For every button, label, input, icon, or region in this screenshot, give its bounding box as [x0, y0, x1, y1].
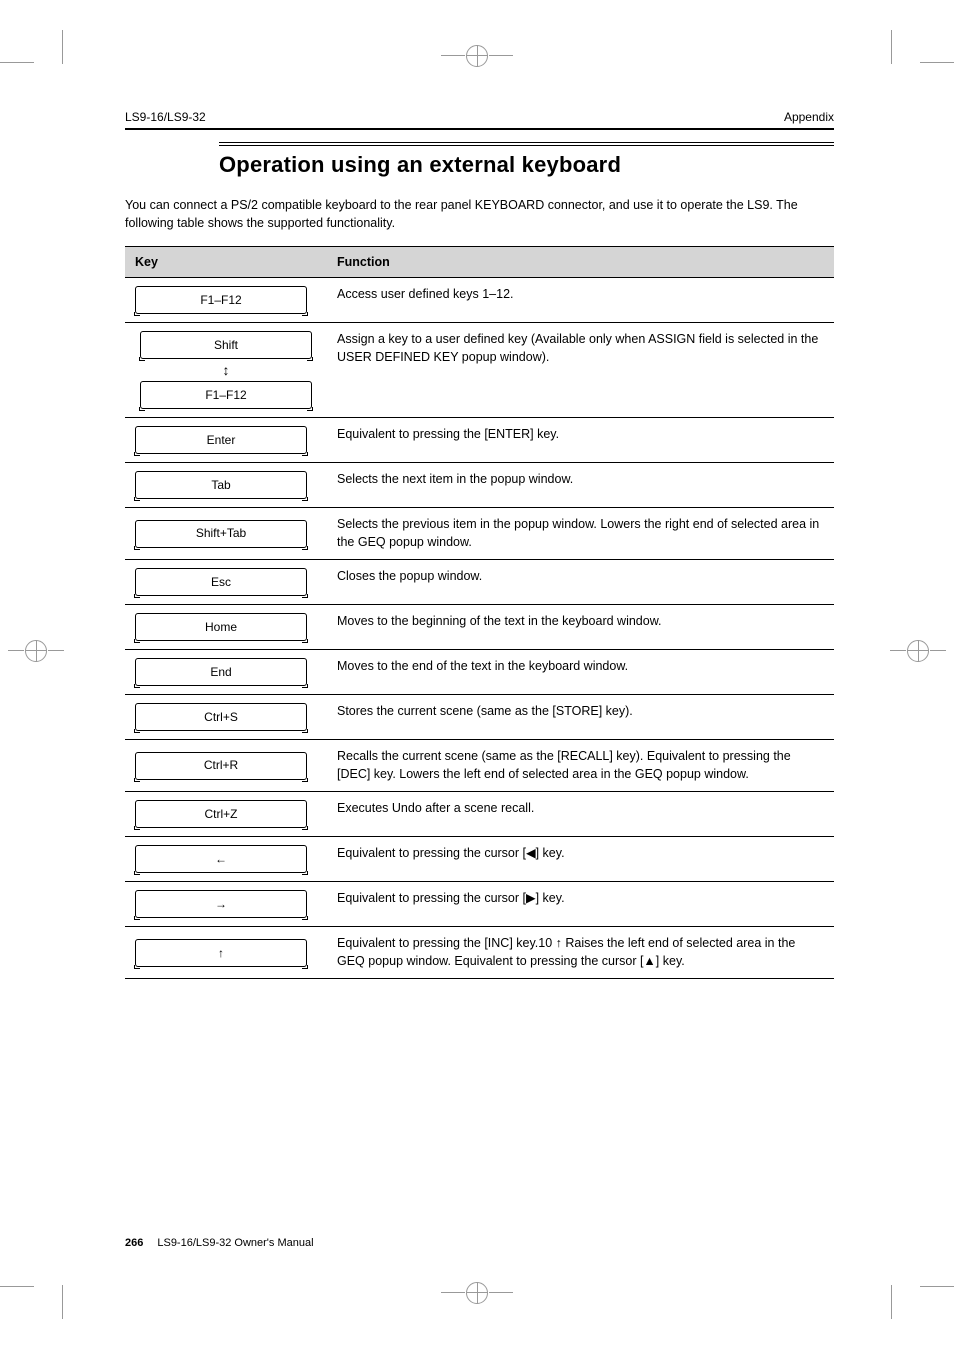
- table-row: Ctrl+R Recalls the current scene (same a…: [125, 740, 834, 792]
- table-header-function: Function: [327, 247, 834, 278]
- key-graphic: Esc: [135, 568, 307, 596]
- key-graphic: F1–F12: [135, 286, 307, 314]
- table-row: Enter Equivalent to pressing the [ENTER]…: [125, 418, 834, 463]
- function-cell: Assign a key to a user defined key (Avai…: [327, 323, 834, 418]
- key-graphic: ↑: [135, 939, 307, 967]
- table-header-key: Key: [125, 247, 327, 278]
- key-graphic: Shift+Tab: [135, 520, 307, 548]
- chapter-title-row: Operation using an external keyboard: [219, 142, 834, 178]
- key-graphic: Ctrl+S: [135, 703, 307, 731]
- footer-manual-title: LS9-16/LS9-32 Owner's Manual: [157, 1237, 313, 1249]
- function-cell: Stores the current scene (same as the [S…: [327, 695, 834, 740]
- table-row: Shift ↕ F1–F12 Assign a key to a user de…: [125, 323, 834, 418]
- table-row: Ctrl+Z Executes Undo after a scene recal…: [125, 792, 834, 837]
- registration-mark-icon: [441, 36, 513, 76]
- intro-paragraph: You can connect a PS/2 compatible keyboa…: [125, 196, 834, 232]
- key-graphic: Shift: [140, 331, 312, 359]
- key-graphic: ←: [135, 845, 307, 873]
- function-cell: Recalls the current scene (same as the […: [327, 740, 834, 792]
- key-graphic: Home: [135, 613, 307, 641]
- table-row: F1–F12 Access user defined keys 1–12.: [125, 278, 834, 323]
- table-row: → Equivalent to pressing the cursor [▶] …: [125, 882, 834, 927]
- page-content: LS9-16/LS9-32 Appendix Operation using a…: [125, 110, 834, 979]
- keyboard-function-table: Key Function F1–F12 Access user defined …: [125, 246, 834, 979]
- header-section: Appendix: [784, 110, 834, 124]
- function-cell: Equivalent to pressing the [ENTER] key.: [327, 418, 834, 463]
- registration-mark-icon: [890, 631, 946, 671]
- function-cell: Moves to the end of the text in the keyb…: [327, 650, 834, 695]
- function-cell: Access user defined keys 1–12.: [327, 278, 834, 323]
- function-cell: Equivalent to pressing the [INC] key.10 …: [327, 927, 834, 979]
- page-footer: 266 LS9-16/LS9-32 Owner's Manual: [125, 1237, 834, 1249]
- table-row: Ctrl+S Stores the current scene (same as…: [125, 695, 834, 740]
- table-row: Home Moves to the beginning of the text …: [125, 605, 834, 650]
- function-cell: Executes Undo after a scene recall.: [327, 792, 834, 837]
- function-cell: Moves to the beginning of the text in th…: [327, 605, 834, 650]
- table-row: Esc Closes the popup window.: [125, 560, 834, 605]
- key-graphic: Ctrl+Z: [135, 800, 307, 828]
- key-graphic: →: [135, 890, 307, 918]
- key-graphic: Enter: [135, 426, 307, 454]
- function-cell: Equivalent to pressing the cursor [◀] ke…: [327, 837, 834, 882]
- updown-arrow-icon: ↕: [223, 363, 230, 377]
- chapter-title: Operation using an external keyboard: [219, 146, 834, 178]
- function-cell: Closes the popup window.: [327, 560, 834, 605]
- table-row: ↑ Equivalent to pressing the [INC] key.1…: [125, 927, 834, 979]
- table-row: Tab Selects the next item in the popup w…: [125, 463, 834, 508]
- registration-mark-icon: [441, 1273, 513, 1313]
- table-row: ← Equivalent to pressing the cursor [◀] …: [125, 837, 834, 882]
- key-graphic: Ctrl+R: [135, 752, 307, 780]
- function-cell: Selects the previous item in the popup w…: [327, 508, 834, 560]
- key-graphic: Tab: [135, 471, 307, 499]
- function-cell: Equivalent to pressing the cursor [▶] ke…: [327, 882, 834, 927]
- page-number: 266: [125, 1237, 143, 1249]
- table-row: Shift+Tab Selects the previous item in t…: [125, 508, 834, 560]
- key-graphic: F1–F12: [140, 381, 312, 409]
- key-graphic: End: [135, 658, 307, 686]
- table-row: End Moves to the end of the text in the …: [125, 650, 834, 695]
- header-model: LS9-16/LS9-32: [125, 110, 206, 124]
- function-cell: Selects the next item in the popup windo…: [327, 463, 834, 508]
- page-header: LS9-16/LS9-32 Appendix: [125, 110, 834, 130]
- registration-mark-icon: [8, 631, 64, 671]
